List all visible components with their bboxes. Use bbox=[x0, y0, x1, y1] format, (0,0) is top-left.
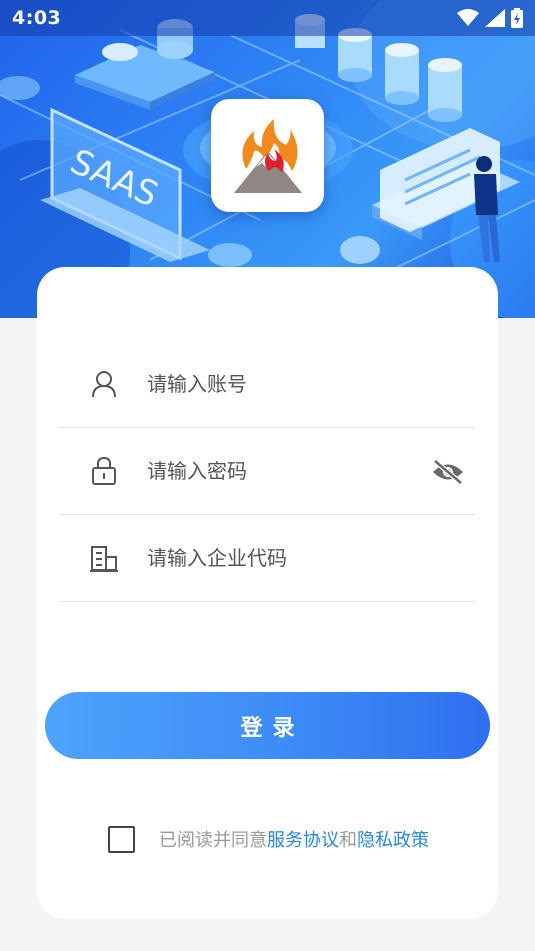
building-icon bbox=[89, 543, 119, 573]
eye-off-icon[interactable] bbox=[429, 456, 467, 488]
battery-charging-icon bbox=[511, 8, 523, 28]
password-field-row bbox=[59, 428, 475, 515]
user-icon bbox=[89, 369, 119, 399]
cell-signal-icon bbox=[485, 9, 505, 27]
login-card bbox=[37, 267, 498, 919]
privacy-link[interactable]: 隐私政策 bbox=[357, 830, 429, 851]
company-code-input[interactable] bbox=[147, 546, 417, 570]
status-icons bbox=[457, 8, 523, 28]
agreement-prefix: 已阅读并同意 bbox=[159, 830, 267, 851]
status-bar: 4:03 bbox=[0, 0, 535, 36]
agreement-joiner: 和 bbox=[339, 830, 357, 851]
status-time: 4:03 bbox=[12, 7, 62, 29]
password-input[interactable] bbox=[147, 459, 417, 483]
app-logo bbox=[211, 99, 324, 212]
lock-icon bbox=[89, 456, 119, 486]
company-field-row bbox=[59, 515, 475, 602]
account-field-row bbox=[59, 341, 475, 428]
wifi-icon bbox=[457, 9, 479, 26]
login-button[interactable]: 登录 bbox=[45, 692, 490, 759]
account-input[interactable] bbox=[147, 372, 417, 396]
flame-mountain-logo bbox=[233, 118, 302, 193]
terms-link[interactable]: 服务协议 bbox=[267, 830, 339, 851]
agreement-row: 已阅读并同意服务协议和隐私政策 bbox=[108, 824, 429, 854]
agreement-text: 已阅读并同意服务协议和隐私政策 bbox=[159, 826, 429, 852]
agreement-checkbox[interactable] bbox=[108, 825, 135, 853]
